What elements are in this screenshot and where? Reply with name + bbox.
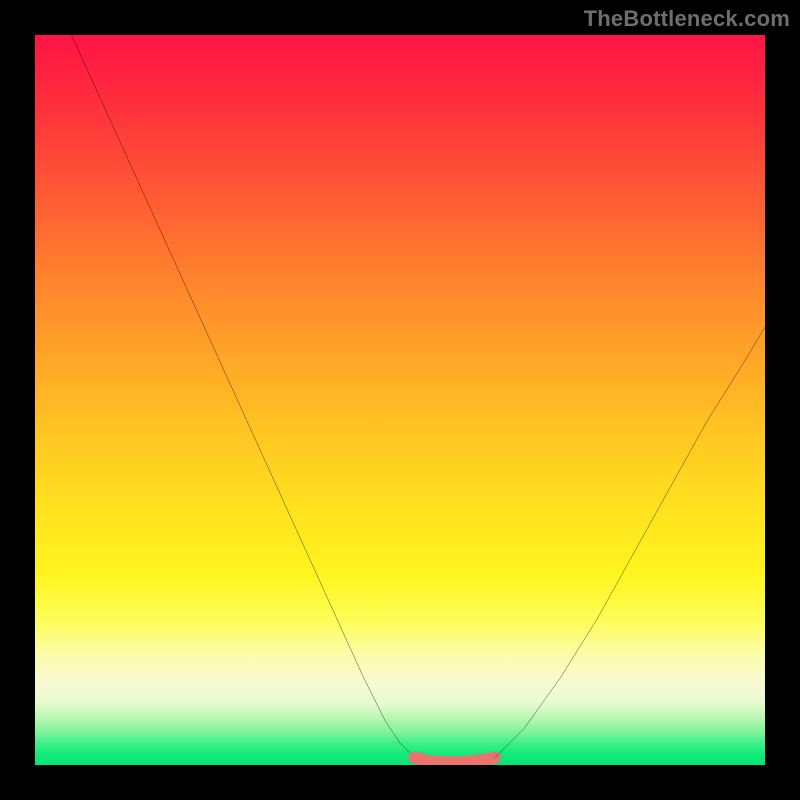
chart-frame: TheBottleneck.com — [0, 0, 800, 800]
curve-flat-minimum — [415, 758, 495, 762]
curve-svg — [35, 35, 765, 765]
plot-area — [35, 35, 765, 765]
curve-right-branch — [495, 327, 765, 758]
curve-left-branch — [72, 35, 415, 758]
watermark-text: TheBottleneck.com — [584, 6, 790, 32]
